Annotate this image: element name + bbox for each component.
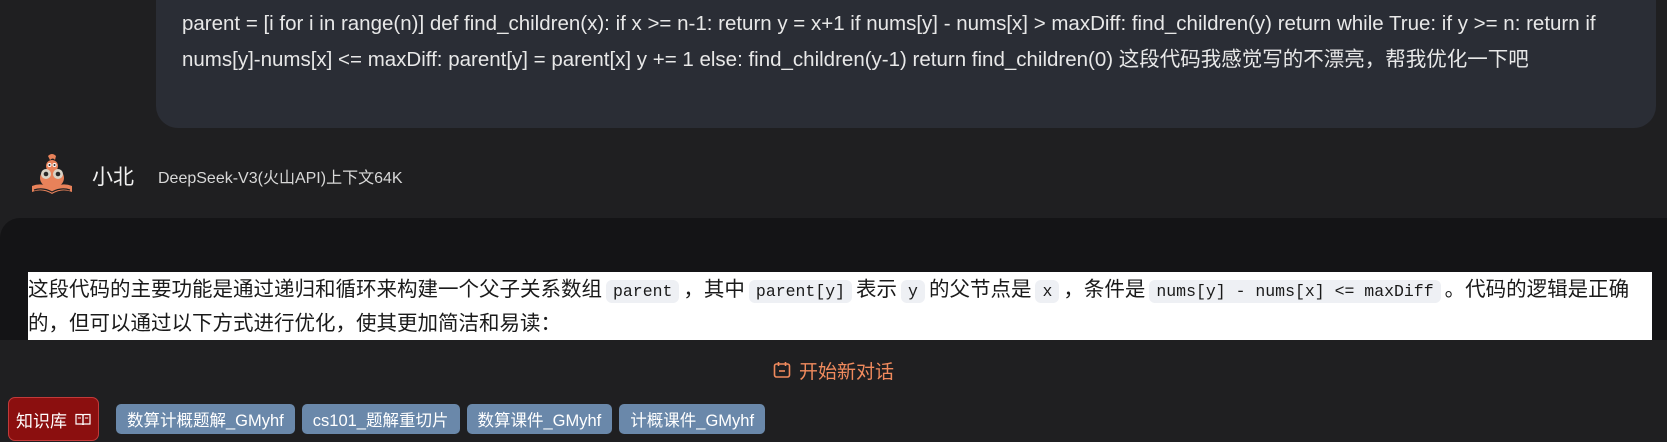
model-label[interactable]: DeepSeek-V3(火山API)上下文64K [158, 164, 403, 188]
user-message-bubble: parent = [i for i in range(n)] def find_… [156, 0, 1656, 128]
inline-code: y [901, 280, 925, 303]
knowledge-chips: 数算计概题解_GMyhf cs101_题解重切片 数算课件_GMyhf 计概课件… [116, 404, 772, 434]
knowledge-base-button[interactable]: 知识库 [8, 397, 99, 441]
cat-reading-book-icon [32, 154, 72, 194]
answer-text: 这段代码的主要功能是通过递归和循环来构建一个父子关系数组 parent ，其中 par… [28, 272, 1652, 340]
knowledge-chip[interactable]: 数算计概题解_GMyhf [116, 404, 295, 434]
new-chat-button[interactable]: 开始新对话 [0, 356, 1667, 384]
inline-code: parent[y] [748, 280, 853, 303]
inline-code: nums[y] - nums[x] <= maxDiff [1149, 280, 1441, 303]
answer-segment: 的父节点是 [928, 278, 1032, 301]
new-chat-label: 开始新对话 [798, 361, 894, 383]
answer-segment: ，其中 [683, 278, 745, 301]
knowledge-chip[interactable]: cs101_题解重切片 [301, 404, 460, 434]
inline-code: parent [606, 280, 680, 303]
inline-code: x [1035, 280, 1060, 303]
answer-segment: 表示 [856, 278, 898, 301]
user-message-text: parent = [i for i in range(n)] def find_… [182, 12, 1596, 71]
book-icon [75, 413, 91, 425]
answer-segment: ，条件是 [1063, 278, 1146, 301]
knowledge-base-label: 知识库 [16, 411, 67, 431]
knowledge-chip[interactable]: 数算课件_GMyhf [466, 404, 613, 434]
answer-segment: 这段代码的主要功能是通过递归和循环来构建一个父子关系数组 [28, 278, 602, 301]
knowledge-chip[interactable]: 计概课件_GMyhf [619, 404, 766, 434]
new-chat-icon [773, 362, 791, 378]
assistant-header: 小北 DeepSeek-V3(火山API)上下文64K [28, 152, 403, 200]
assistant-name: 小北 [92, 166, 134, 189]
